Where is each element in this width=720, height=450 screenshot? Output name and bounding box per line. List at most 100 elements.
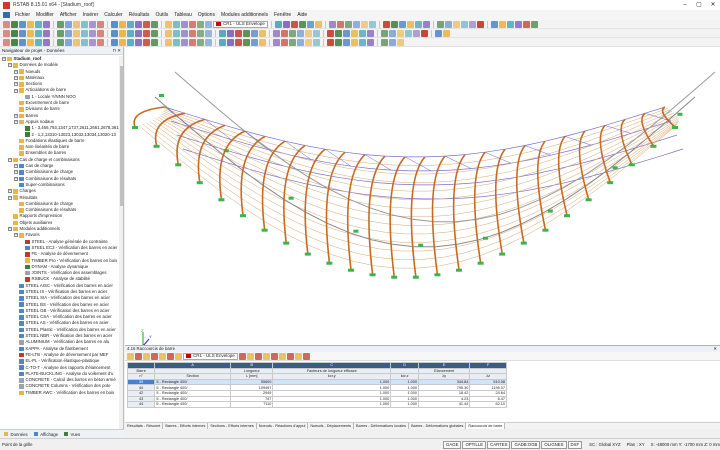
toolbar-tool-icon[interactable] — [476, 20, 484, 28]
toolbar-tool-icon[interactable] — [274, 20, 282, 28]
expand-toggle-icon[interactable]: − — [14, 69, 18, 74]
toolbar-tool-icon[interactable] — [327, 29, 334, 37]
toolbar-tool-icon[interactable] — [314, 20, 322, 28]
toolbar-tool-icon[interactable] — [444, 20, 452, 28]
toolbar-tool-icon[interactable] — [111, 20, 118, 28]
toolbar-tool-icon[interactable] — [435, 29, 442, 37]
toolbar-tool-icon[interactable] — [460, 20, 468, 28]
menu-item-0[interactable]: Fichier — [12, 10, 33, 20]
toolbar-tool-icon[interactable] — [165, 20, 172, 28]
toolbar-tool-icon[interactable] — [235, 38, 242, 46]
toolbar-tool-icon[interactable] — [282, 20, 290, 28]
toolbar-tool-icon[interactable] — [151, 29, 158, 37]
panel-tool-icon[interactable] — [238, 352, 246, 360]
menu-item-8[interactable]: Options — [195, 10, 218, 20]
toolbar-tool-icon[interactable] — [43, 38, 50, 46]
toolbar-tool-icon[interactable] — [382, 20, 390, 28]
menu-item-1[interactable]: Modifier — [33, 10, 57, 20]
toolbar-tool-icon[interactable] — [273, 29, 280, 37]
toolbar-tool-icon[interactable] — [89, 38, 96, 46]
menu-item-6[interactable]: Outils — [152, 10, 171, 20]
toolbar-tool-icon[interactable] — [205, 29, 212, 37]
panel-tool-icon[interactable] — [270, 352, 278, 360]
toolbar-tool-icon[interactable] — [135, 20, 142, 28]
toolbar-tool-icon[interactable] — [243, 29, 250, 37]
toolbar-tool-icon[interactable] — [135, 38, 142, 46]
status-toggle-0[interactable]: GAGE — [443, 440, 462, 449]
toolbar-tool-icon[interactable] — [11, 20, 18, 28]
toolbar-tool-icon[interactable] — [389, 29, 396, 37]
navigator-pin-close[interactable]: ⊓ ✕ — [112, 47, 121, 54]
expand-toggle-icon[interactable]: − — [14, 164, 18, 169]
toolbar-tool-icon[interactable] — [165, 38, 172, 46]
panel-tool-icon[interactable] — [302, 352, 310, 360]
maximize-button[interactable]: ▢ — [692, 0, 706, 10]
toolbar-tool-icon[interactable] — [343, 29, 350, 37]
toolbar-tool-icon[interactable] — [335, 38, 342, 46]
status-toggle-2[interactable]: CARTES — [487, 440, 511, 449]
table-cell[interactable]: 1.000 — [272, 401, 392, 408]
panel-tool-icon[interactable] — [127, 352, 134, 360]
toolbar-tool-icon[interactable] — [360, 20, 368, 28]
toolbar-tool-icon[interactable] — [281, 29, 288, 37]
sheet-tab-0[interactable]: Résultats - Résumé — [125, 423, 164, 429]
panel-tool-icon[interactable] — [159, 352, 166, 360]
toolbar-tool-icon[interactable] — [406, 20, 414, 28]
toolbar-tool-icon[interactable] — [297, 38, 304, 46]
navigator-scrollbar[interactable] — [119, 56, 123, 429]
toolbar-tool-icon[interactable] — [73, 38, 80, 46]
toolbar-tool-icon[interactable] — [19, 38, 26, 46]
toolbar-tool-icon[interactable] — [290, 20, 298, 28]
stadium-roof-model[interactable] — [125, 47, 720, 345]
toolbar-tool-icon[interactable] — [389, 38, 396, 46]
toolbar-tool-icon[interactable] — [343, 38, 350, 46]
toolbar-tool-icon[interactable] — [19, 20, 26, 28]
toolbar-tool-icon[interactable] — [3, 29, 10, 37]
toolbar-tool-icon[interactable] — [111, 38, 118, 46]
sheet-tab-5[interactable]: Barres - Déformations locales — [354, 423, 410, 429]
toolbar-tool-icon[interactable] — [189, 20, 196, 28]
model-3d-view[interactable]: X Z Y — [125, 47, 720, 345]
status-toggle-1[interactable]: OPTILLE — [462, 440, 487, 449]
toolbar-tool-icon[interactable] — [11, 38, 18, 46]
expand-toggle-icon[interactable]: − — [8, 63, 12, 68]
toolbar-tool-icon[interactable] — [259, 38, 266, 46]
table-row[interactable]: 44 5 - Rectangle 400/7110 1.000 1.000 41.44 6… — [126, 401, 507, 408]
panel-close-icon[interactable]: ✕ — [713, 346, 717, 352]
toolbar-tool-icon[interactable] — [197, 29, 204, 37]
toolbar-tool-icon[interactable] — [498, 20, 506, 28]
table-cell[interactable]: 41.44 — [418, 401, 471, 408]
menu-item-11[interactable]: Aide — [294, 10, 310, 20]
toolbar-tool-icon[interactable] — [97, 29, 104, 37]
toolbar-tool-icon[interactable] — [219, 29, 226, 37]
toolbar-tool-icon[interactable] — [344, 20, 352, 28]
toolbar-tool-icon[interactable] — [35, 29, 42, 37]
toolbar-tool-icon[interactable] — [298, 20, 306, 28]
toolbar-tool-icon[interactable] — [305, 29, 312, 37]
table-cell[interactable]: 7110 — [230, 401, 274, 408]
panel-loadcase-dropdown[interactable]: CR1 - ULS Envelope — [183, 352, 238, 360]
toolbar-tool-icon[interactable] — [43, 20, 50, 28]
toolbar-tool-icon[interactable] — [127, 38, 134, 46]
toolbar-tool-icon[interactable] — [397, 38, 404, 46]
toolbar-tool-icon[interactable] — [173, 20, 180, 28]
expand-toggle-icon[interactable]: − — [8, 157, 12, 162]
toolbar-tool-icon[interactable] — [173, 38, 180, 46]
toolbar-tool-icon[interactable] — [235, 29, 242, 37]
menu-item-5[interactable]: Résultats — [126, 10, 153, 20]
loadcase-dropdown[interactable]: CR1 - ULS Envelope — [213, 20, 268, 28]
toolbar-tool-icon[interactable] — [327, 38, 334, 46]
panel-tool-icon[interactable] — [135, 352, 142, 360]
menu-item-2[interactable]: Afficher — [57, 10, 80, 20]
toolbar-tool-icon[interactable] — [3, 38, 10, 46]
toolbar-tool-icon[interactable] — [197, 20, 204, 28]
toolbar-tool-icon[interactable] — [19, 29, 26, 37]
toolbar-tool-icon[interactable] — [367, 38, 374, 46]
panel-tool-icon[interactable] — [175, 352, 182, 360]
expand-toggle-icon[interactable]: − — [2, 57, 6, 62]
toolbar-tool-icon[interactable] — [57, 20, 64, 28]
toolbar-tool-icon[interactable] — [35, 38, 42, 46]
toolbar-tool-icon[interactable] — [381, 29, 388, 37]
toolbar-tool-icon[interactable] — [135, 29, 142, 37]
toolbar-tool-icon[interactable] — [205, 20, 212, 28]
